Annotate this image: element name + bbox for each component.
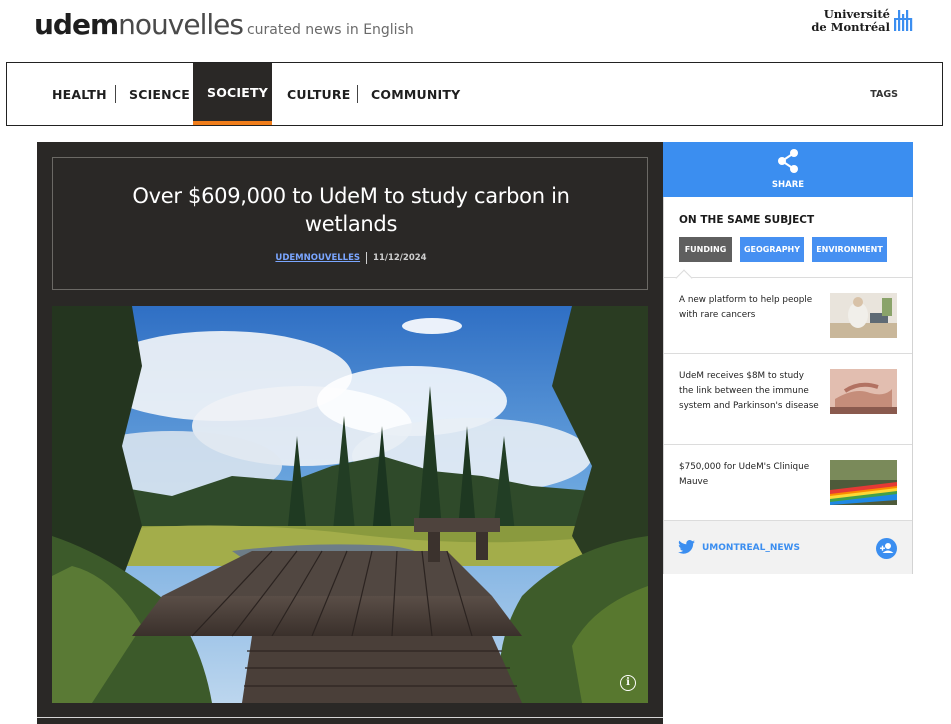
related-title-3: $750,000 for UdeM's Clinique Mauve	[679, 462, 810, 487]
related-article-1[interactable]: A new platform to help people with rare …	[664, 278, 912, 354]
same-subject-heading: ON THE SAME SUBJECT	[679, 214, 815, 226]
tag-environment[interactable]: ENVIRONMENT	[812, 237, 887, 262]
twitter-handle: UMONTREAL_NEWS	[702, 543, 800, 553]
related-thumbnail-1	[830, 293, 897, 338]
nav-culture[interactable]: CULTURE	[287, 63, 350, 125]
related-title-1: A new platform to help people with rare …	[679, 295, 813, 320]
sidebar: SHARE ON THE SAME SUBJECT FUNDING GEOGRA…	[663, 142, 913, 574]
twitter-follow-bar[interactable]: UMONTREAL_NEWS	[664, 520, 912, 574]
nav-separator	[357, 85, 358, 103]
logo-line-2: de Montréal	[811, 20, 890, 34]
udem-emblem-icon	[894, 10, 913, 31]
brand-tagline: curated news in English	[246, 22, 414, 38]
related-article-2[interactable]: UdeM receives $8M to study the link betw…	[664, 354, 912, 444]
article-author-link[interactable]: UDEMNOUVELLES	[275, 253, 360, 263]
brand-nouvelles: nouvelles	[118, 8, 244, 41]
tag-funding[interactable]: FUNDING	[679, 237, 732, 262]
related-thumbnail-3	[830, 460, 897, 505]
nav-health[interactable]: HEALTH	[52, 63, 107, 125]
nav-community[interactable]: COMMUNITY	[371, 63, 460, 125]
article-date: 11/12/2024	[373, 253, 427, 263]
main-navigation: HEALTH SCIENCE SOCIETY CULTURE COMMUNITY…	[6, 62, 943, 126]
meta-separator	[366, 252, 368, 264]
article-photo: i	[52, 306, 648, 703]
nav-science[interactable]: SCIENCE	[129, 63, 190, 125]
twitter-icon	[678, 540, 695, 554]
article-meta: UDEMNOUVELLES 11/12/2024	[53, 252, 649, 264]
article-card: Over $609,000 to UdeM to study carbon in…	[37, 142, 663, 724]
nav-society[interactable]: SOCIETY	[193, 63, 272, 125]
related-title-2: UdeM receives $8M to study the link betw…	[679, 371, 819, 411]
brand-udem: udem	[34, 8, 119, 41]
site-header: udem nouvelles curated news in English U…	[0, 0, 951, 62]
article-bottom-border	[37, 717, 663, 718]
article-title: Over $609,000 to UdeM to study carbon in…	[132, 184, 570, 236]
related-article-3[interactable]: $750,000 for UdeM's Clinique Mauve	[664, 445, 912, 520]
share-label: SHARE	[771, 180, 805, 190]
share-button[interactable]: SHARE	[663, 142, 913, 197]
info-icon[interactable]: i	[620, 675, 636, 691]
wetland-boardwalk-image	[52, 306, 648, 703]
follow-icon[interactable]	[876, 538, 897, 559]
udem-logo-text: Université de Montréal	[811, 8, 890, 34]
article-title-box: Over $609,000 to UdeM to study carbon in…	[52, 157, 648, 290]
nav-separator	[115, 85, 116, 103]
related-thumbnail-2	[830, 369, 897, 414]
share-icon	[778, 149, 798, 173]
site-logo[interactable]: udem nouvelles curated news in English	[34, 8, 414, 41]
universite-de-montreal-logo[interactable]: Université de Montréal	[811, 8, 913, 34]
tag-geography[interactable]: GEOGRAPHY	[740, 237, 804, 262]
nav-tags[interactable]: TAGS	[870, 63, 898, 125]
